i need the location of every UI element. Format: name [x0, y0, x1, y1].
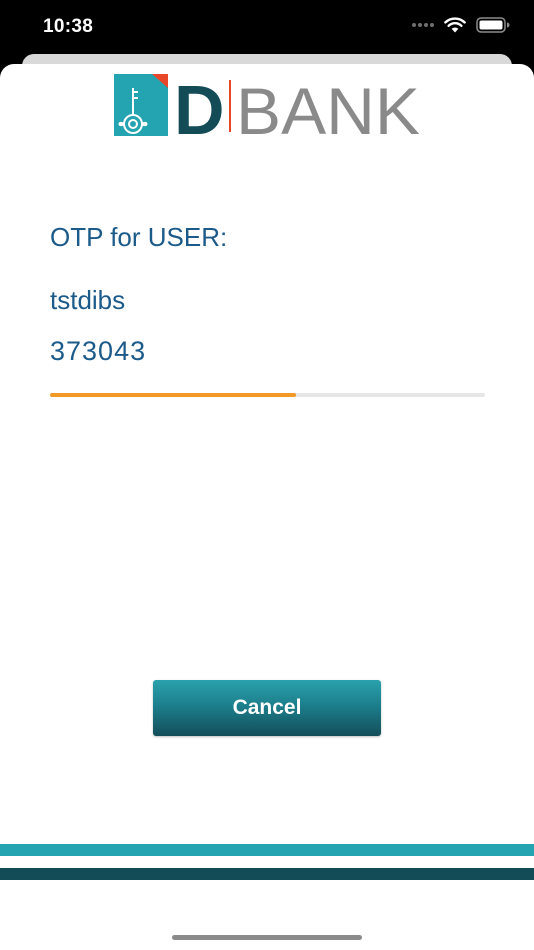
home-indicator[interactable] [172, 935, 362, 940]
logo-letter-d: D [174, 74, 225, 138]
status-icons [412, 17, 510, 33]
otp-code: 373043 [50, 336, 147, 366]
otp-label: OTP for USER: [50, 222, 228, 252]
status-bar: 10:38 [0, 0, 534, 56]
otp-username: tstdibs [50, 285, 126, 315]
key-emblem-icon [114, 74, 168, 136]
app-screen: 10:38 D BANK OTP for USER: tstdibs 37304… [0, 0, 534, 950]
logo-word-bank: BANK [236, 74, 420, 138]
dibank-logo: D BANK [114, 71, 424, 149]
otp-timer-progress [50, 393, 485, 397]
wifi-icon [444, 17, 466, 33]
logo-graphic: D BANK [114, 71, 420, 149]
otp-timer-progress-fill [50, 393, 296, 397]
footer-stripe-teal [0, 844, 534, 856]
logo-divider [229, 80, 231, 132]
status-time: 10:38 [43, 16, 94, 37]
cancel-button[interactable]: Cancel [153, 680, 381, 736]
footer-stripe-dark [0, 868, 534, 880]
battery-icon [476, 17, 510, 33]
signal-dots-icon [412, 23, 434, 27]
otp-sheet: D BANK OTP for USER: tstdibs 373043 Canc… [0, 64, 534, 950]
